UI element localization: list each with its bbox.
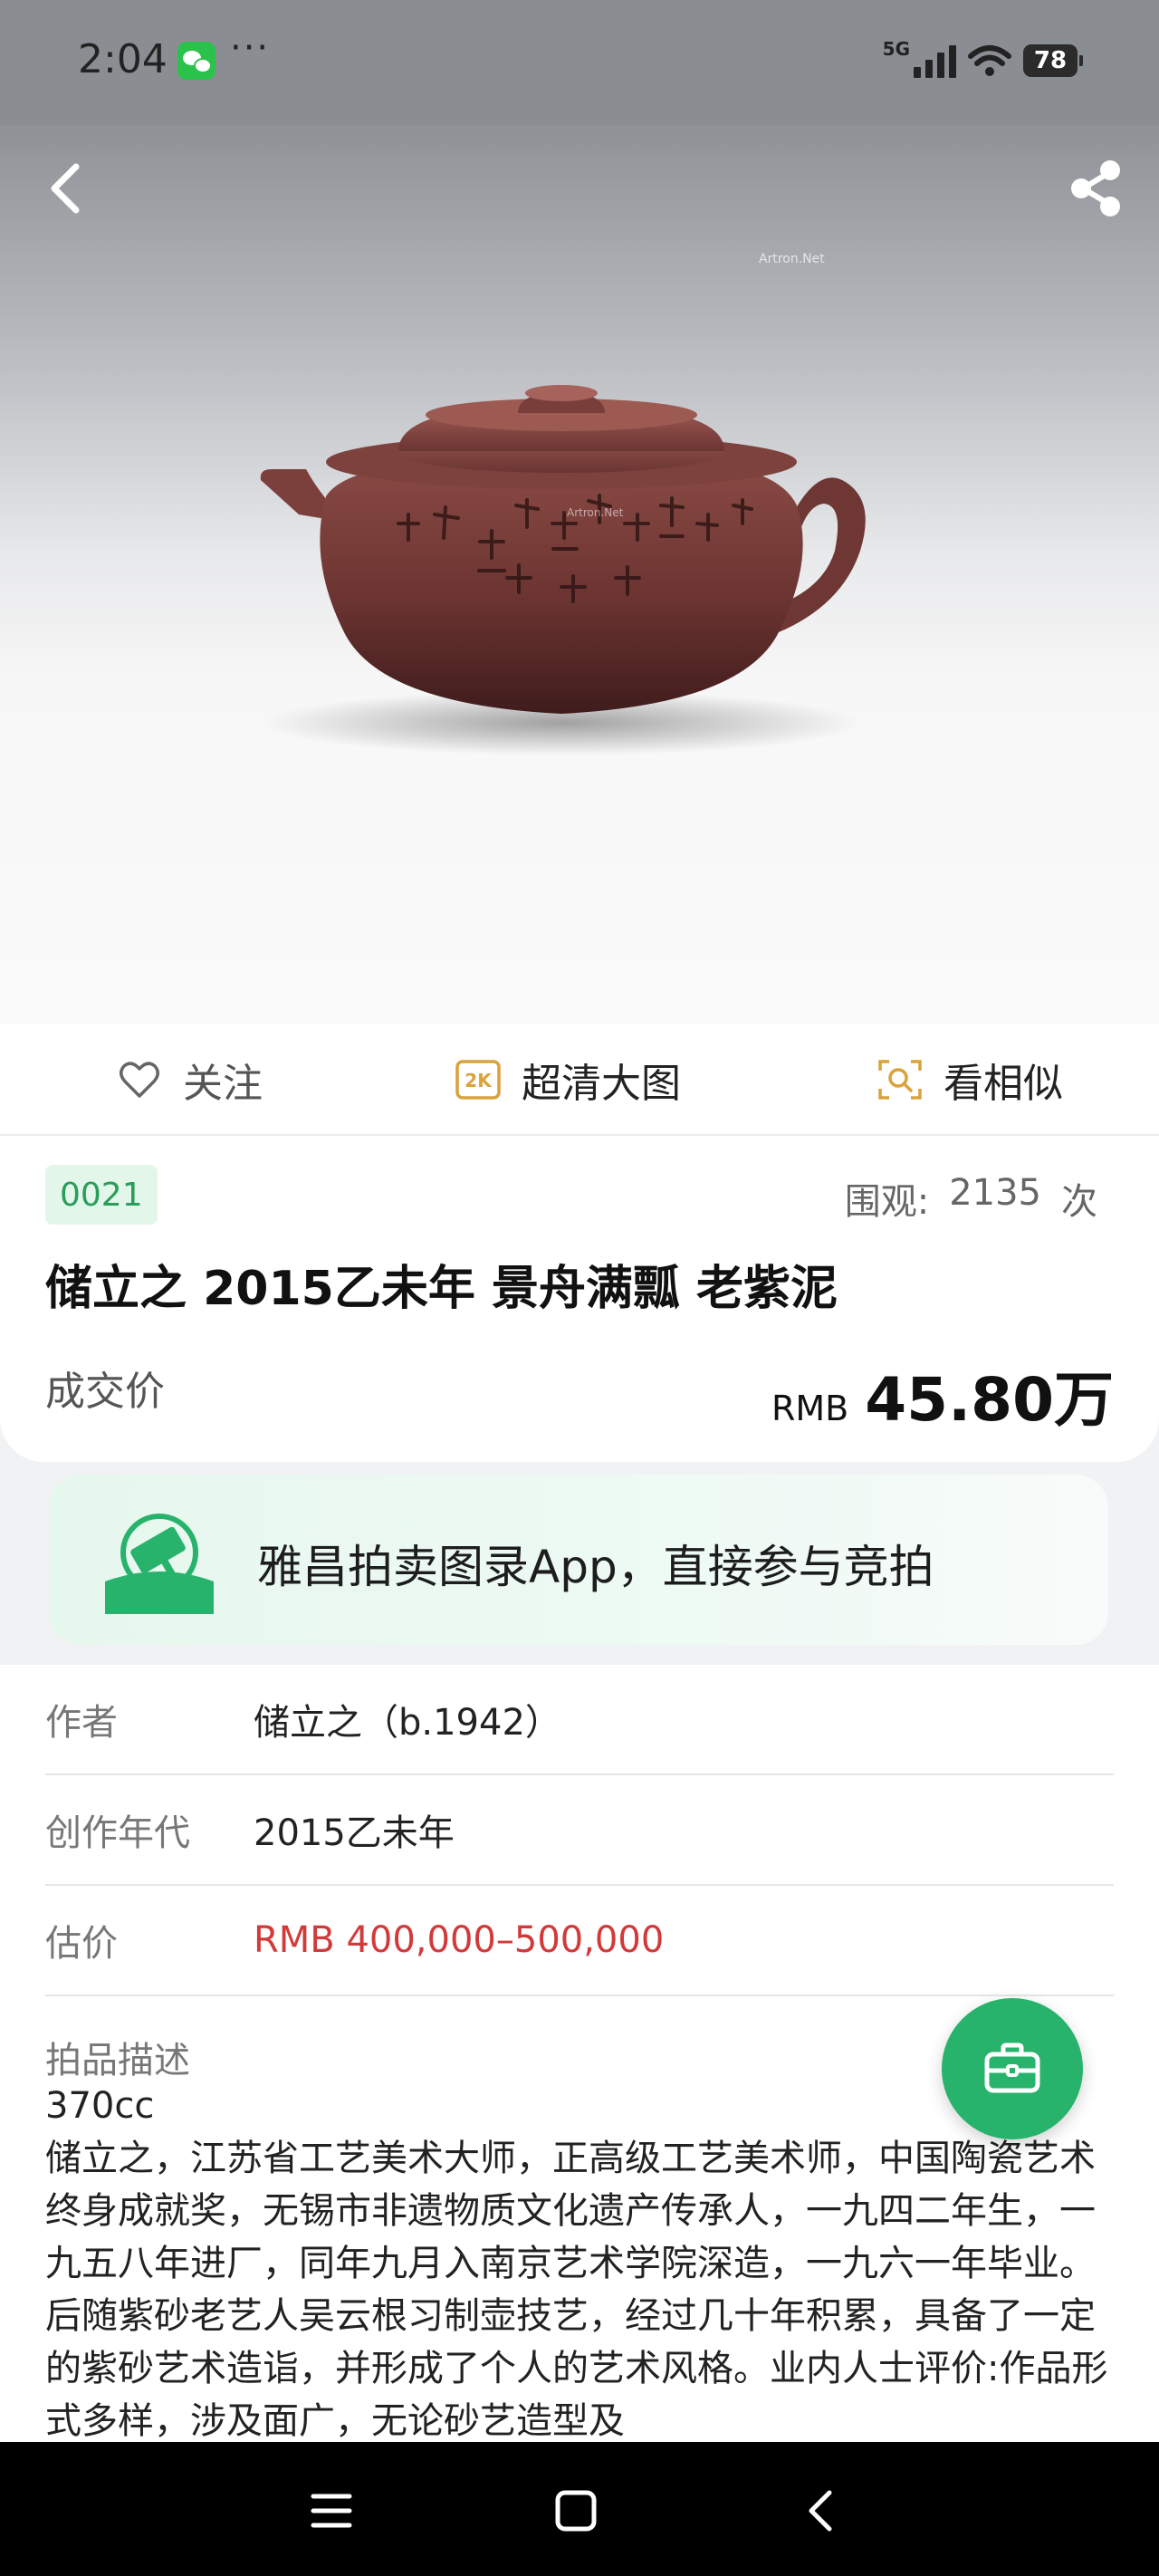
year-value: 2015乙未年 <box>254 1812 455 1854</box>
app-promo-banner[interactable]: 雅昌拍卖图录App，直接参与竞拍 <box>49 1475 1108 1645</box>
lot-title: 储立之 2015乙未年 景舟满瓢 老紫泥 <box>45 1262 838 1316</box>
briefcase-icon <box>984 2043 1040 2093</box>
lot-number-badge: 0021 <box>45 1165 158 1225</box>
description-label: 拍品描述 <box>45 2040 190 2081</box>
year-label: 创作年代 <box>45 1812 190 1854</box>
status-time: 2:04 <box>78 36 168 82</box>
recent-apps-button[interactable] <box>295 2475 368 2547</box>
author-label: 作者 <box>45 1702 118 1744</box>
teapot-image: Artron.Net Artron.Net <box>260 252 866 755</box>
battery-icon: 78 <box>1023 44 1083 77</box>
view-count-label: 围观: <box>844 1181 930 1223</box>
hd-image-label: 超清大图 <box>522 1061 681 1107</box>
deal-price-label: 成交价 <box>45 1369 165 1415</box>
system-navigation-bar <box>0 2442 1159 2576</box>
year-row: 创作年代 2015乙未年 <box>45 1775 1114 1886</box>
follow-label: 关注 <box>183 1061 263 1107</box>
find-similar-button[interactable]: 看相似 <box>876 1024 1063 1136</box>
scan-search-icon <box>878 1060 922 1100</box>
share-button[interactable] <box>1059 152 1132 225</box>
watermark-center: Artron.Net <box>567 506 624 519</box>
author-value[interactable]: 储立之（b.1942） <box>254 1693 561 1745</box>
follow-button[interactable]: 关注 <box>116 1024 263 1136</box>
view-count-value: 2135 <box>949 1172 1041 1214</box>
lot-info-card: 0021 围观: 2135 次 储立之 2015乙未年 景舟满瓢 老紫泥 成交价… <box>0 1136 1159 1462</box>
share-icon <box>1071 160 1120 216</box>
view-count: 围观: 2135 次 <box>845 1172 1097 1225</box>
signal-icon <box>914 43 956 78</box>
back-button[interactable] <box>33 152 105 225</box>
menu-icon <box>311 2494 352 2528</box>
action-bar: 关注 2K 超清大图 看相似 <box>0 1024 1159 1136</box>
deal-price: RMB 45.80万 <box>771 1351 1114 1438</box>
estimate-row: 估价 RMB 400,000–500,000 <box>45 1886 1114 1996</box>
wechat-notification-icon <box>177 42 216 80</box>
deal-price-amount: 45.80万 <box>865 1365 1114 1435</box>
heart-icon <box>120 1062 159 1098</box>
network-type-label: 5G <box>882 38 910 60</box>
estimate-label: 估价 <box>45 1923 118 1965</box>
lot-image[interactable]: Artron.Net Artron.Net <box>0 125 1159 1024</box>
view-count-unit: 次 <box>1061 1181 1097 1223</box>
status-bar: 2:04 ··· 5G 78 <box>0 0 1159 125</box>
find-similar-label: 看相似 <box>943 1061 1063 1107</box>
hd-image-button[interactable]: 2K 超清大图 <box>455 1024 681 1136</box>
home-square-icon <box>555 2490 597 2532</box>
svg-text:2K: 2K <box>465 1070 493 1091</box>
more-notifications-icon: ··· <box>230 27 271 69</box>
description-text: 370cc 储立之，江苏省工艺美术大师，正高级工艺美术师，中国陶瓷艺术终身成就奖… <box>45 2085 1108 2442</box>
deal-price-currency: RMB <box>771 1389 849 1428</box>
promo-text: 雅昌拍卖图录App，直接参与竞拍 <box>257 1541 934 1593</box>
home-button[interactable] <box>540 2475 612 2547</box>
back-arrow-icon <box>809 2490 832 2532</box>
wifi-icon <box>968 45 1011 76</box>
author-row: 作者 储立之（b.1942） <box>45 1665 1114 1775</box>
estimate-value: RMB 400,000–500,000 <box>254 1919 665 1961</box>
system-back-button[interactable] <box>784 2475 857 2547</box>
chevron-left-icon <box>51 163 80 214</box>
2k-icon: 2K <box>455 1060 501 1100</box>
watermark-top: Artron.Net <box>759 252 825 266</box>
auction-app-logo-icon <box>105 1514 214 1614</box>
briefcase-fab-button[interactable] <box>942 1998 1083 2139</box>
